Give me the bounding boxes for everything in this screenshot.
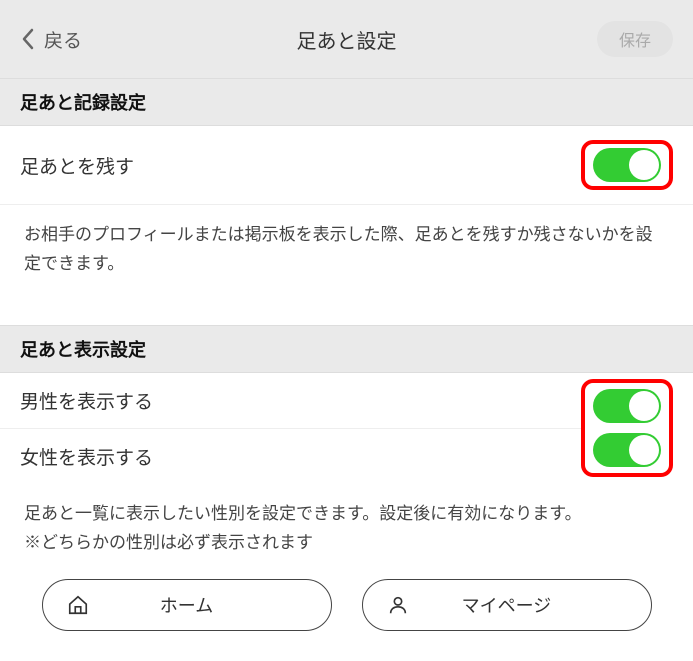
desc-display: 足あと一覧に表示したい性別を設定できます。設定後に有効になります。 ※どちらかの…: [0, 484, 693, 574]
row-show-male: 男性を表示する: [0, 373, 581, 429]
section-header-record: 足あと記録設定: [0, 78, 693, 126]
back-label: 戻る: [44, 26, 82, 53]
back-button[interactable]: 戻る: [20, 26, 82, 53]
save-button[interactable]: 保存: [597, 21, 673, 57]
bottom-nav: ホーム マイページ: [0, 579, 693, 631]
display-rows-container: 男性を表示する 女性を表示する: [0, 373, 693, 484]
home-icon: [67, 594, 89, 616]
desc-record: お相手のプロフィールまたは掲示板を表示した際、足あとを残すか残さないかを設定でき…: [0, 205, 693, 295]
row-label-leave-footprint: 足あとを残す: [20, 152, 134, 179]
row-label-show-female: 女性を表示する: [20, 443, 153, 470]
section-header-display: 足あと表示設定: [0, 325, 693, 373]
highlight-box-gender-toggles: [581, 379, 673, 477]
chevron-left-icon: [20, 27, 36, 51]
page-title: 足あと設定: [0, 25, 693, 54]
toggle-show-male[interactable]: [593, 389, 661, 423]
user-icon: [387, 594, 409, 616]
row-label-show-male: 男性を表示する: [20, 387, 153, 414]
toggle-show-female[interactable]: [593, 433, 661, 467]
nav-home-button[interactable]: ホーム: [42, 579, 332, 631]
toggle-leave-footprint[interactable]: [593, 148, 661, 182]
nav-mypage-button[interactable]: マイページ: [362, 579, 652, 631]
row-show-female: 女性を表示する: [0, 429, 581, 484]
header: 戻る 足あと設定 保存: [0, 0, 693, 78]
nav-home-label: ホーム: [160, 592, 213, 618]
nav-mypage-label: マイページ: [462, 592, 552, 618]
row-leave-footprint: 足あとを残す: [0, 126, 693, 205]
highlight-box-leave-footprint: [581, 140, 673, 190]
